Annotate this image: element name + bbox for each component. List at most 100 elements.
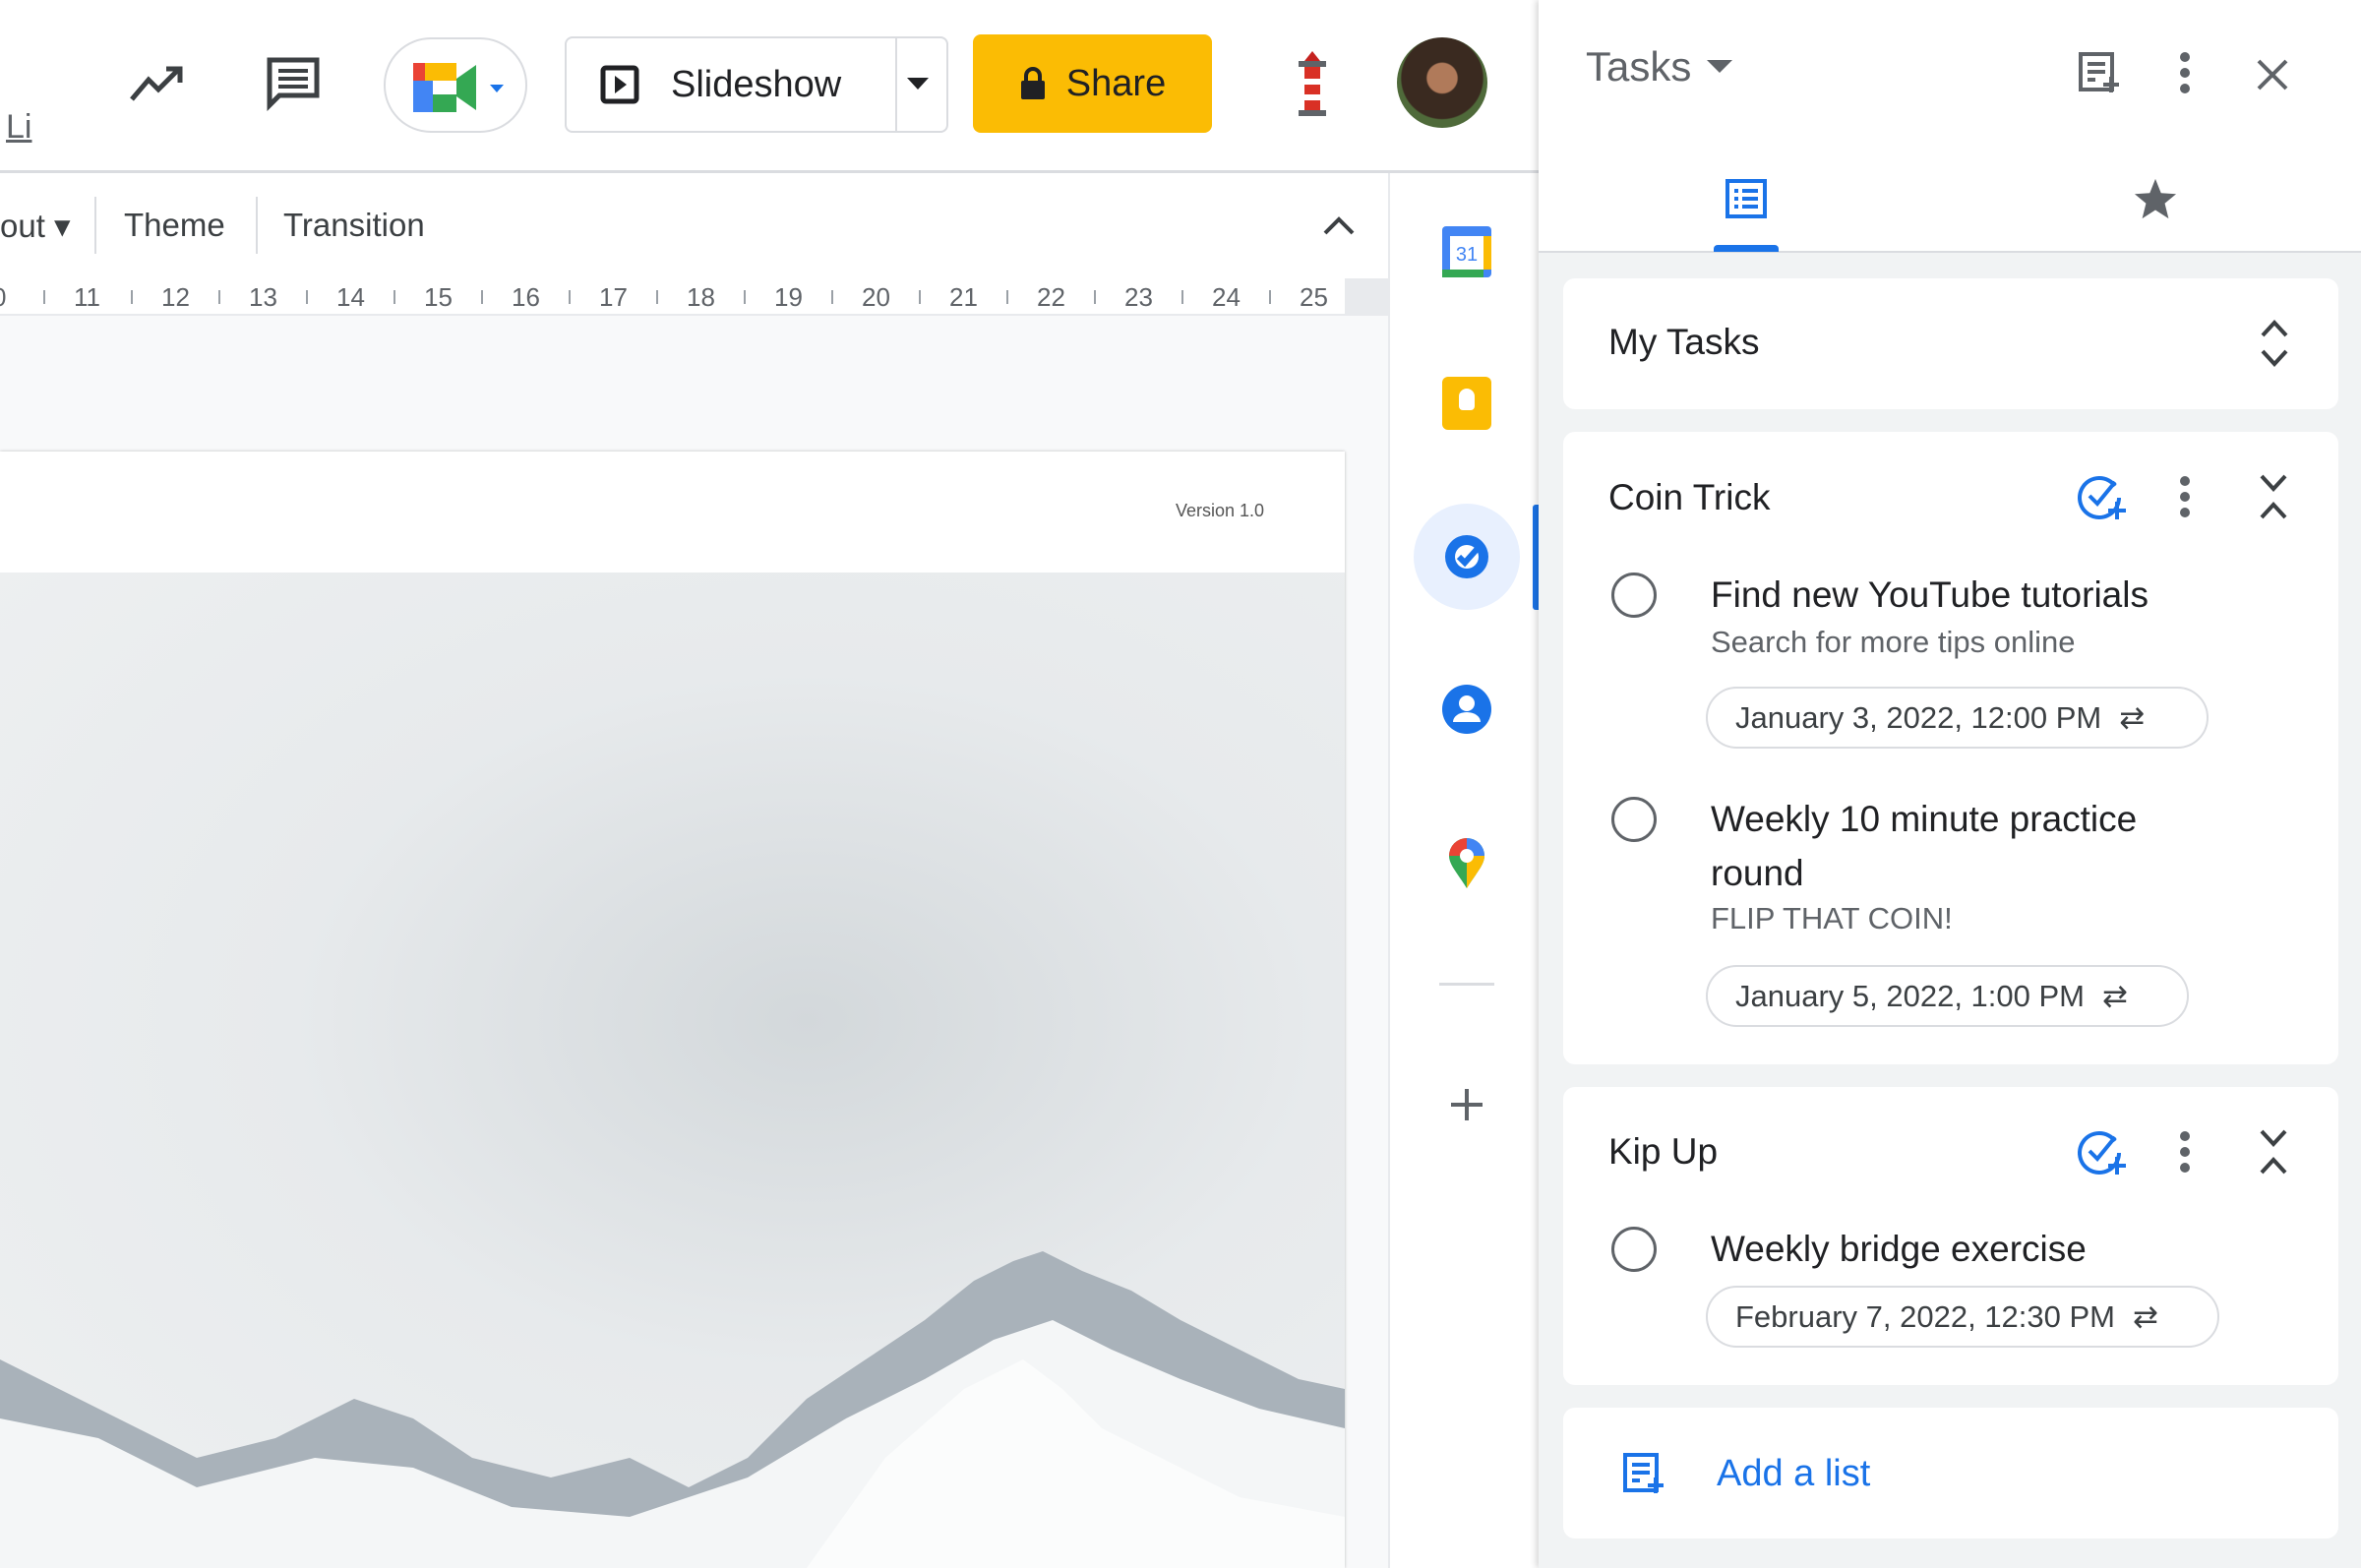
collapse-list-icon[interactable]	[2259, 471, 2288, 522]
collapse-toolbar-icon[interactable]	[1322, 214, 1356, 236]
tasks-header	[1539, 0, 2361, 253]
ruler-mark	[1006, 290, 1008, 304]
ruler: 0 11 12 13 14 15 16 17 18 19 20 21 22 23 24 25	[0, 278, 1359, 316]
task-title[interactable]: Find new YouTube tutorials	[1711, 569, 2149, 622]
slideshow-dropdown-icon[interactable]	[907, 78, 929, 91]
ruler-tick: 16	[512, 282, 540, 312]
slideshow-button[interactable]: Slideshow	[565, 36, 948, 133]
ruler-mark	[831, 290, 833, 304]
ruler-tick: 24	[1212, 282, 1241, 312]
present-icon	[600, 65, 639, 104]
due-date: January 3, 2022, 12:00 PM	[1735, 699, 2102, 735]
theme-button[interactable]: Theme	[124, 207, 225, 244]
ruler-tick: 11	[74, 282, 100, 312]
ruler-tick: 17	[599, 282, 628, 312]
due-date: January 5, 2022, 1:00 PM	[1735, 978, 2086, 1013]
list-selector-label: My Tasks	[1608, 322, 1760, 362]
task-due-chip[interactable]: February 7, 2022, 12:30 PM ⇄	[1706, 1286, 2219, 1348]
ruler-mark	[1269, 290, 1271, 304]
share-label: Share	[1065, 62, 1167, 104]
transition-button[interactable]: Transition	[283, 207, 425, 244]
ruler-mark	[744, 290, 746, 304]
ruler-tick: 25	[1300, 282, 1328, 312]
lighthouse-icon[interactable]	[1293, 51, 1332, 116]
repeat-icon: ⇄	[2119, 699, 2146, 735]
ruler-mark	[1181, 290, 1183, 304]
due-date: February 7, 2022, 12:30 PM	[1735, 1298, 2116, 1334]
list-more-icon[interactable]	[2177, 1130, 2193, 1174]
ruler-tick: 13	[249, 282, 277, 312]
comment-icon[interactable]	[264, 54, 323, 113]
task-notes: FLIP THAT COIN!	[1711, 901, 1953, 935]
new-list-icon[interactable]	[2078, 51, 2121, 94]
task-notes: Search for more tips online	[1711, 625, 2076, 659]
repeat-icon: ⇄	[2102, 978, 2128, 1013]
slideshow-label: Slideshow	[671, 63, 842, 105]
add-list-button[interactable]: Add a list	[1563, 1408, 2338, 1538]
ruler-tick: 14	[336, 282, 365, 312]
tab-lists-icon[interactable]	[1725, 178, 1768, 219]
collapse-list-icon[interactable]	[2259, 1126, 2288, 1177]
task-list-coin-trick: Coin Trick Find new YouTube tutorials Se…	[1563, 432, 2338, 1064]
tasks-title-menu[interactable]: Tasks	[1586, 43, 1733, 90]
ruler-mark	[43, 290, 45, 304]
tasks-title: Tasks	[1586, 43, 1692, 90]
ruler-tick: 19	[774, 282, 803, 312]
keep-icon[interactable]	[1442, 377, 1491, 430]
add-task-icon[interactable]	[2076, 1127, 2127, 1176]
tasks-rail-button[interactable]	[1414, 504, 1520, 610]
add-addon-icon[interactable]	[1449, 1087, 1484, 1122]
tasks-icon	[1445, 535, 1488, 578]
active-tab-indicator	[1714, 245, 1779, 252]
ruler-mark	[481, 290, 483, 304]
meet-button[interactable]	[384, 37, 527, 133]
ruler-tick: 20	[862, 282, 890, 312]
calendar-icon[interactable]: 31	[1442, 226, 1491, 277]
version-text: Version 1.0	[1176, 501, 1265, 520]
ruler-mark	[656, 290, 658, 304]
task-title[interactable]: Weekly bridge exercise	[1711, 1223, 2087, 1276]
rail-divider	[1439, 983, 1494, 986]
ruler-tick: 22	[1037, 282, 1065, 312]
ruler-mark	[569, 290, 571, 304]
maps-icon[interactable]	[1447, 837, 1486, 888]
list-name: Kip Up	[1608, 1131, 1719, 1172]
share-button[interactable]: Share	[973, 34, 1212, 133]
contacts-icon[interactable]	[1442, 685, 1491, 734]
ruler-mark	[218, 290, 220, 304]
ruler-tick: 23	[1124, 282, 1153, 312]
list-selector[interactable]: My Tasks	[1563, 278, 2338, 409]
add-list-icon	[1623, 1453, 1664, 1493]
ruler-tick: 18	[687, 282, 715, 312]
more-options-icon[interactable]	[2177, 51, 2193, 94]
ruler-tick: 12	[161, 282, 190, 312]
unfold-icon	[2261, 320, 2288, 367]
ruler-end	[1345, 278, 1388, 316]
task-checkbox[interactable]	[1611, 1227, 1657, 1272]
layout-menu[interactable]: out ▾	[0, 207, 71, 245]
task-checkbox[interactable]	[1611, 797, 1657, 842]
task-list-kip-up: Kip Up Weekly bridge exercise February 7…	[1563, 1087, 2338, 1385]
task-checkbox[interactable]	[1611, 573, 1657, 618]
task-title[interactable]: Weekly 10 minute practice	[1711, 793, 2137, 846]
trend-icon[interactable]	[127, 59, 186, 108]
task-due-chip[interactable]: January 3, 2022, 12:00 PM ⇄	[1706, 687, 2209, 749]
close-icon[interactable]	[2256, 58, 2289, 91]
meet-icon	[413, 63, 504, 112]
slide[interactable]: Version 1.0	[0, 452, 1345, 1568]
ruler-mark	[306, 290, 308, 304]
task-title-continued[interactable]: round	[1711, 847, 1804, 900]
ruler-mark	[394, 290, 395, 304]
list-more-icon[interactable]	[2177, 475, 2193, 518]
add-task-icon[interactable]	[2076, 472, 2127, 521]
ruler-mark	[1094, 290, 1096, 304]
tab-starred-icon[interactable]	[2133, 177, 2178, 220]
add-list-label: Add a list	[1717, 1453, 1871, 1494]
task-due-chip[interactable]: January 5, 2022, 1:00 PM ⇄	[1706, 965, 2189, 1027]
svg-text:31: 31	[1456, 244, 1478, 266]
avatar[interactable]	[1397, 37, 1487, 128]
mountain-image	[0, 573, 1345, 1568]
ruler-mark	[131, 290, 133, 304]
partial-label: Li	[6, 108, 32, 146]
list-name: Coin Trick	[1608, 477, 1771, 517]
